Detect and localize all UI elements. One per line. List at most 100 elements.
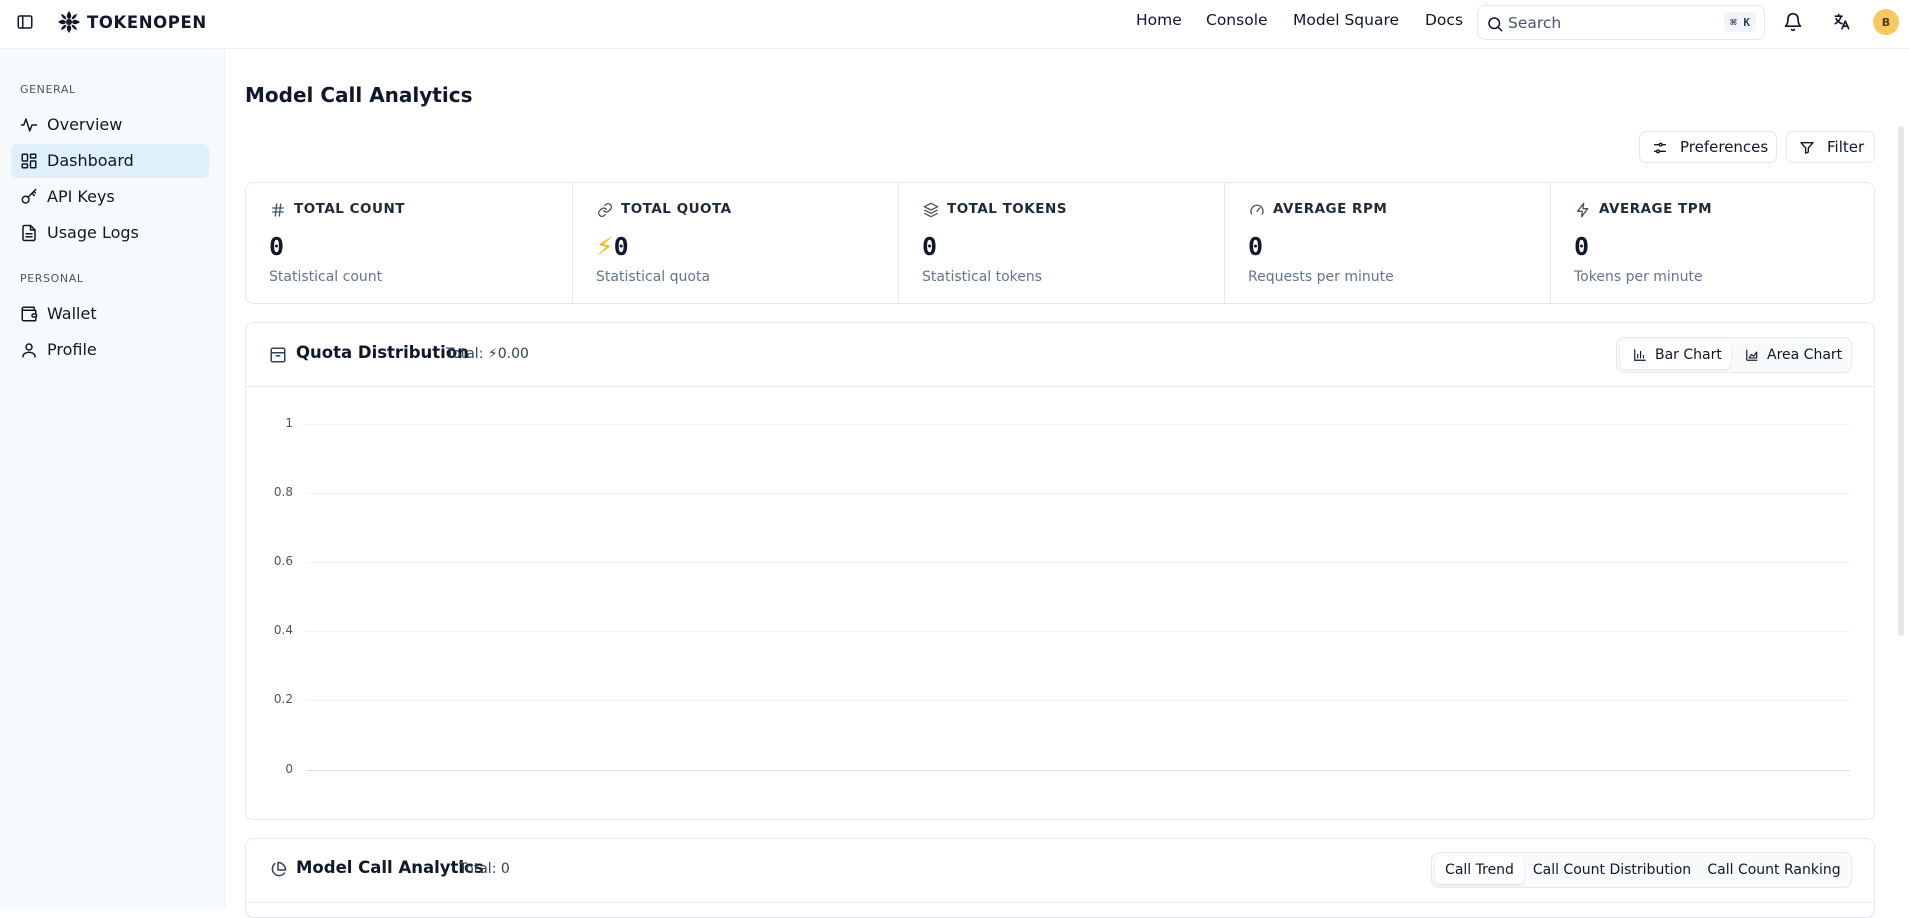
archive-icon (270, 347, 286, 363)
page-title: Model Call Analytics (245, 83, 473, 107)
pie-chart-icon (271, 861, 287, 877)
stats-panel: TOTAL COUNT 0 Statistical count TOTAL QU… (245, 182, 1875, 304)
brand-logo[interactable]: TOKENOPEN (57, 10, 207, 34)
gauge-icon (1250, 204, 1264, 215)
stat-average-tpm: AVERAGE TPM 0 Tokens per minute (1550, 183, 1874, 303)
bar-chart-label: Bar Chart (1655, 347, 1722, 363)
y-tick-label: 0.6 (273, 554, 293, 568)
hash-icon (272, 203, 284, 217)
y-tick-label: 0.8 (273, 485, 293, 499)
stat-label: TOTAL COUNT (294, 201, 405, 217)
stat-label: AVERAGE RPM (1273, 201, 1388, 217)
area-chart-button[interactable]: Area Chart (1735, 341, 1849, 369)
stat-subtitle: Tokens per minute (1574, 269, 1703, 285)
nav-docs-link[interactable]: Docs (1425, 11, 1463, 29)
bar-chart-icon (1634, 349, 1646, 361)
search-icon (1488, 17, 1503, 32)
sidebar-item-label: Profile (47, 340, 97, 359)
quota-card-total: Total: ⚡0.00 (446, 346, 529, 362)
language-icon[interactable] (1830, 10, 1854, 34)
filter-icon (1800, 142, 1814, 154)
key-icon (21, 188, 37, 204)
sidebar-item-api-keys[interactable]: API Keys (11, 180, 209, 214)
card-header: Quota Distribution Total: ⚡0.00 Bar Char… (246, 323, 1874, 387)
sidebar-item-dashboard[interactable]: Dashboard (11, 144, 209, 178)
total-prefix: Total: (446, 346, 488, 362)
grid-line (306, 493, 1850, 494)
stat-value: 0 (1574, 232, 1590, 261)
tab-call-count-ranking[interactable]: Call Count Ranking (1700, 856, 1848, 884)
search-input[interactable]: Search ⌘ K (1477, 5, 1765, 40)
analytics-tabs: Call Trend Call Count Distribution Call … (1431, 852, 1852, 888)
area-chart-label: Area Chart (1767, 347, 1843, 363)
stat-subtitle: Statistical count (269, 269, 383, 285)
stat-subtitle: Requests per minute (1248, 269, 1394, 285)
grid-line (306, 562, 1850, 563)
search-placeholder: Search (1508, 14, 1562, 32)
stat-value-number: 0 (613, 232, 629, 261)
stat-label: TOTAL TOKENS (947, 201, 1067, 217)
stat-average-rpm: AVERAGE RPM 0 Requests per minute (1224, 183, 1550, 303)
sidebar-item-profile[interactable]: Profile (11, 333, 209, 367)
y-tick-label: 0.4 (273, 623, 293, 637)
bar-chart-button[interactable]: Bar Chart (1620, 341, 1731, 369)
file-text-icon (22, 224, 36, 242)
brand-name: TOKENOPEN (87, 12, 207, 32)
layers-icon (923, 202, 939, 218)
sidebar-item-label: Overview (47, 115, 123, 134)
total-value: ⚡0.00 (487, 346, 529, 362)
tab-call-trend[interactable]: Call Trend (1435, 856, 1524, 884)
y-tick-label: 1 (285, 416, 293, 430)
sidebar-item-label: Dashboard (47, 151, 134, 170)
tab-call-count-distribution[interactable]: Call Count Distribution (1530, 856, 1694, 884)
wallet-icon (21, 306, 38, 322)
activity-icon (20, 118, 38, 132)
sidebar-item-overview[interactable]: Overview (11, 108, 209, 142)
preferences-button[interactable]: Preferences (1639, 131, 1777, 163)
area-chart-icon (1746, 349, 1758, 361)
analytics-card-title: Model Call Analytics (296, 858, 484, 877)
grid-line (306, 700, 1850, 701)
nav-home-link[interactable]: Home (1136, 11, 1182, 29)
filter-button[interactable]: Filter (1786, 131, 1875, 163)
logo-icon (58, 11, 80, 33)
card-header: Model Call Analytics Total: 0 Call Trend… (246, 839, 1874, 903)
sidebar-item-usage-logs[interactable]: Usage Logs (11, 216, 209, 250)
stat-total-tokens: TOTAL TOKENS 0 Statistical tokens (898, 183, 1224, 303)
sidebar-item-label: Usage Logs (47, 223, 139, 242)
nav-console-link[interactable]: Console (1206, 11, 1268, 29)
sidebar-section-personal: PERSONAL (20, 272, 84, 285)
stat-value: 0 (922, 232, 938, 261)
y-tick-label: 0.2 (273, 692, 293, 706)
sidebar-section-general: GENERAL (20, 83, 76, 96)
stat-subtitle: Statistical quota (596, 269, 711, 285)
bolt-icon: ⚡ (596, 232, 614, 261)
filter-label: Filter (1827, 138, 1865, 156)
bell-icon[interactable] (1781, 10, 1805, 34)
sidebar-toggle-icon[interactable] (14, 11, 36, 33)
stat-label: AVERAGE TPM (1599, 201, 1713, 217)
dashboard-icon (21, 153, 37, 169)
stat-subtitle: Statistical tokens (922, 269, 1043, 285)
sidebar-item-label: API Keys (47, 187, 115, 206)
stat-value: 0 (269, 232, 285, 261)
sidebar-item-label: Wallet (47, 304, 97, 323)
stat-total-count: TOTAL COUNT 0 Statistical count (246, 183, 572, 303)
quota-card-title: Quota Distribution (296, 343, 469, 362)
sidebar-item-wallet[interactable]: Wallet (11, 297, 209, 331)
link-icon (598, 203, 612, 217)
nav-model-square-link[interactable]: Model Square (1293, 11, 1399, 29)
page-scrollbar[interactable] (1898, 126, 1904, 636)
stat-value: ⚡0 (596, 232, 629, 261)
preferences-label: Preferences (1680, 138, 1769, 156)
y-tick-label: 0 (285, 762, 293, 776)
user-icon (22, 343, 36, 358)
analytics-card-total: Total: 0 (459, 861, 510, 877)
stat-total-quota: TOTAL QUOTA ⚡0 Statistical quota (572, 183, 898, 303)
x-axis-line (306, 770, 1850, 771)
avatar[interactable]: B (1873, 9, 1899, 35)
zap-icon (1577, 202, 1589, 218)
search-shortcut: ⌘ K (1724, 12, 1756, 32)
grid-line (306, 631, 1850, 632)
stat-value: 0 (1248, 232, 1264, 261)
